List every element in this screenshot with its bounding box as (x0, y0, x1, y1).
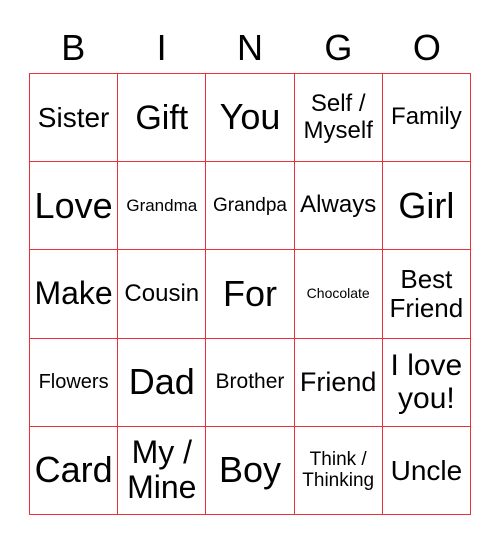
header-letter-o: O (412, 27, 441, 68)
bingo-cell[interactable]: Think / Thinking (294, 426, 383, 515)
bingo-cell[interactable]: Sister (30, 74, 119, 163)
bingo-cell[interactable]: Self / Myself (294, 74, 383, 163)
bingo-cell[interactable]: My / Mine (118, 426, 207, 515)
header-letter-g: G (324, 27, 353, 68)
bingo-cell[interactable]: I love you! (382, 338, 471, 427)
bingo-cell[interactable]: You (206, 74, 295, 163)
bingo-cell[interactable]: Make (30, 250, 119, 339)
bingo-cell[interactable]: Girl (382, 162, 471, 251)
bingo-cell[interactable]: Always (294, 162, 383, 251)
bingo-cell[interactable]: Family (382, 74, 471, 163)
bingo-cell[interactable]: Grandpa (206, 162, 295, 251)
bingo-cell[interactable]: Chocolate (294, 250, 383, 339)
bingo-cell[interactable]: Best Friend (382, 250, 471, 339)
header-letter-b: B (61, 27, 86, 68)
bingo-cell[interactable]: Dad (118, 338, 207, 427)
bingo-cell[interactable]: Grandma (118, 162, 207, 251)
bingo-grid: Sister Gift You Self / Myself Family Love Gran… (29, 73, 471, 515)
bingo-cell[interactable]: For (206, 250, 295, 339)
bingo-cell[interactable]: Card (30, 426, 119, 515)
header-letter-n: N (237, 27, 264, 68)
bingo-cell[interactable]: Love (30, 162, 119, 251)
bingo-cell[interactable]: Flowers (30, 338, 119, 427)
bingo-cell[interactable]: Gift (118, 74, 207, 163)
header-letter-i: I (156, 27, 167, 68)
bingo-cell[interactable]: Boy (206, 426, 295, 515)
bingo-cell[interactable]: Brother (206, 338, 295, 427)
bingo-cell[interactable]: Cousin (118, 250, 207, 339)
bingo-cell[interactable]: Friend (294, 338, 383, 427)
bingo-header: B I N G O (29, 26, 471, 70)
bingo-cell[interactable]: Uncle (382, 426, 471, 515)
